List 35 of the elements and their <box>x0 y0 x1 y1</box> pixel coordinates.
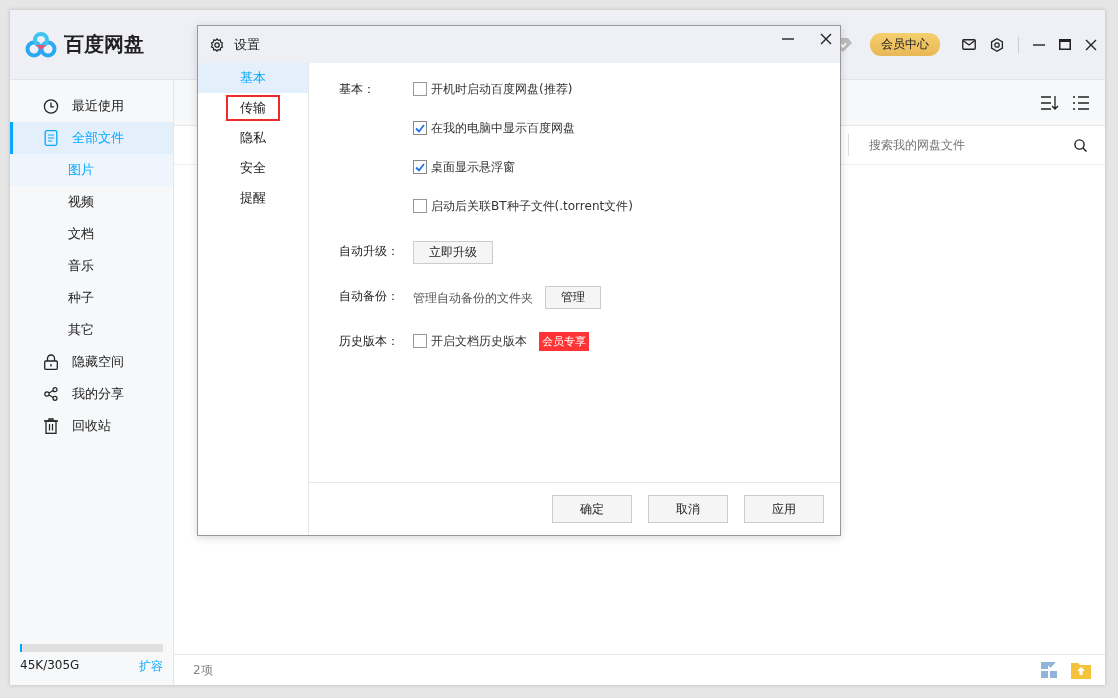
checkbox-option[interactable]: 在我的电脑中显示百度网盘 <box>413 118 575 138</box>
upgrade-button[interactable]: 立即升级 <box>413 241 493 264</box>
section-label: 历史版本： <box>339 333 400 350</box>
sidebar-item[interactable]: 隐藏空间 <box>10 346 173 378</box>
sidebar-subitem[interactable]: 其它 <box>10 314 173 346</box>
vip-badge: 会员专享 <box>539 331 589 351</box>
sidebar-item[interactable]: 最近使用 <box>10 90 173 122</box>
dialog-button[interactable]: 确定 <box>552 495 632 523</box>
vip-center-button[interactable]: 会员中心 <box>870 33 940 56</box>
app-name: 百度网盘 <box>64 31 144 58</box>
checkbox-option[interactable]: 开机时启动百度网盘(推荐) <box>413 79 573 99</box>
sidebar-subitem[interactable]: 文档 <box>10 218 173 250</box>
item-count: 2项 <box>193 661 213 679</box>
section-label: 自动升级： <box>339 243 400 260</box>
sidebar-item[interactable]: 回收站 <box>10 410 173 442</box>
settings-tab[interactable]: 传输 <box>226 95 280 121</box>
manage-button[interactable]: 管理 <box>545 286 601 309</box>
storage-usage: 45K/305G <box>20 658 80 674</box>
section-label: 基本： <box>339 81 376 98</box>
settings-tab[interactable]: 隐私 <box>226 125 280 151</box>
sidebar-item[interactable]: 我的分享 <box>10 378 173 410</box>
dialog-button[interactable]: 应用 <box>744 495 824 523</box>
dialog-title: 设置 <box>234 35 260 54</box>
search-field[interactable]: 搜索我的网盘文件 <box>867 137 1074 153</box>
section-label: 自动备份： <box>339 288 400 305</box>
sidebar-subitem[interactable]: 视频 <box>10 186 173 218</box>
sidebar-subitem[interactable]: 音乐 <box>10 250 173 282</box>
sidebar-subitem[interactable]: 种子 <box>10 282 173 314</box>
checkbox-option[interactable]: 启动后关联BT种子文件(.torrent文件) <box>413 196 633 216</box>
dialog-button[interactable]: 取消 <box>648 495 728 523</box>
checkbox-option[interactable]: 桌面显示悬浮窗 <box>413 157 515 177</box>
settings-tab[interactable]: 提醒 <box>226 185 280 211</box>
settings-tab[interactable]: 安全 <box>226 155 280 181</box>
backup-description: 管理自动备份的文件夹 <box>413 289 533 307</box>
checkbox-option[interactable]: 开启文档历史版本 <box>413 331 527 351</box>
